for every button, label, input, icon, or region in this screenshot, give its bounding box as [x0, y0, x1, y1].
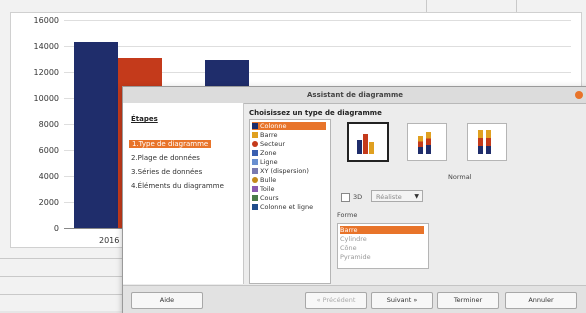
- chart-type-area[interactable]: Zone: [252, 149, 277, 157]
- steps-panel: Étapes 1.Type de diagramme 2.Plage de do…: [123, 103, 244, 284]
- column-line-chart-icon: [252, 204, 258, 210]
- y-tick-label: 16000: [33, 16, 59, 25]
- step-chart-elements[interactable]: 4.Éléments du diagramme: [131, 182, 224, 190]
- chart-wizard-dialog: Assistant de diagramme Étapes 1.Type de …: [122, 86, 586, 313]
- plot-gridline: [64, 20, 571, 21]
- plot-gridline: [64, 46, 571, 47]
- chart-type-line[interactable]: Ligne: [252, 158, 278, 166]
- y-tick-label: 4000: [38, 172, 59, 181]
- preview-bar: [363, 134, 368, 154]
- steps-title: Étapes: [131, 115, 158, 123]
- label-3d: 3D: [353, 193, 363, 201]
- chart-type-label: Colonne: [260, 122, 287, 130]
- chart-type-list: Colonne Barre Secteur Zone Ligne XY (dis…: [249, 119, 331, 284]
- variant-label: Normal: [448, 173, 472, 181]
- chart-type-stock[interactable]: Cours: [252, 194, 279, 202]
- chart-type-column-line[interactable]: Colonne et ligne: [252, 203, 313, 211]
- y-tick-label: 14000: [33, 42, 59, 51]
- realism-value: Réaliste: [376, 193, 402, 201]
- preview-bar: [418, 136, 423, 154]
- chart-type-label: Secteur: [260, 140, 286, 148]
- variant-previews: [335, 119, 586, 174]
- chart-type-label: Toile: [260, 185, 275, 193]
- shape-bar[interactable]: Barre: [340, 226, 424, 234]
- chart-type-label: Zone: [260, 149, 277, 157]
- chart-type-bubble[interactable]: Bulle: [252, 176, 276, 184]
- y-tick-label: 0: [53, 224, 59, 233]
- finish-button[interactable]: Terminer: [437, 292, 499, 309]
- chart-type-bar[interactable]: Barre: [252, 131, 278, 139]
- chart-type-label: Colonne et ligne: [260, 203, 314, 211]
- y-tick-label: 8000: [38, 120, 59, 129]
- preview-bar: [426, 132, 431, 154]
- bar-chart-icon: [252, 132, 258, 138]
- previous-button[interactable]: « Précédent: [305, 292, 367, 309]
- y-tick-label: 6000: [38, 146, 59, 155]
- cancel-button[interactable]: Annuler: [505, 292, 577, 309]
- chart-type-net[interactable]: Toile: [252, 185, 274, 193]
- preview-bar: [369, 142, 374, 154]
- shape-label: Forme: [337, 211, 358, 219]
- next-button[interactable]: Suivant »: [371, 292, 433, 309]
- preview-bar: [357, 140, 362, 154]
- checkbox-3d[interactable]: [341, 193, 350, 202]
- variant-percent-stacked[interactable]: [467, 123, 507, 161]
- chart-type-label: Cours: [260, 194, 279, 202]
- shape-cylinder[interactable]: Cylindre: [340, 235, 367, 243]
- chart-type-xy-scatter[interactable]: XY (dispersion): [252, 167, 309, 175]
- shape-list: Barre Cylindre Cône Pyramide: [337, 223, 429, 269]
- chart-type-label: Bulle: [260, 176, 277, 184]
- variant-normal[interactable]: [347, 122, 389, 162]
- chart-type-label: Ligne: [260, 158, 278, 166]
- variant-stacked[interactable]: [407, 123, 447, 161]
- scatter-chart-icon: [252, 168, 258, 174]
- realism-select[interactable]: Réaliste ▼: [371, 190, 423, 202]
- line-chart-icon: [252, 159, 258, 165]
- chart-type-pie[interactable]: Secteur: [252, 140, 285, 148]
- close-icon[interactable]: [575, 91, 583, 99]
- shape-cone[interactable]: Cône: [340, 244, 357, 252]
- chart-bar: [74, 42, 118, 228]
- pie-chart-icon: [252, 141, 258, 147]
- step-chart-type[interactable]: 1.Type de diagramme: [129, 140, 212, 148]
- step-data-range[interactable]: 2.Plage de données: [131, 154, 200, 162]
- column-chart-icon: [252, 123, 258, 129]
- area-chart-icon: [252, 150, 258, 156]
- chart-type-label: XY (dispersion): [260, 167, 309, 175]
- chevron-down-icon: ▼: [414, 193, 419, 200]
- bubble-chart-icon: [252, 177, 258, 183]
- help-button[interactable]: Aide: [131, 292, 203, 309]
- dialog-title: Assistant de diagramme: [123, 87, 586, 104]
- y-tick-label: 12000: [33, 68, 59, 77]
- dialog-button-row: Aide « Précédent Suivant » Terminer Annu…: [123, 285, 586, 313]
- y-tick-label: 2000: [38, 198, 59, 207]
- stock-chart-icon: [252, 195, 258, 201]
- chart-type-column[interactable]: Colonne: [252, 122, 326, 130]
- shape-pyramid[interactable]: Pyramide: [340, 253, 371, 261]
- preview-bar: [486, 130, 491, 154]
- chart-type-heading: Choisissez un type de diagramme: [249, 109, 382, 117]
- y-tick-label: 10000: [33, 94, 59, 103]
- step-data-series[interactable]: 3.Séries de données: [131, 168, 202, 176]
- chart-type-label: Barre: [260, 131, 278, 139]
- preview-bar: [478, 130, 483, 154]
- net-chart-icon: [252, 186, 258, 192]
